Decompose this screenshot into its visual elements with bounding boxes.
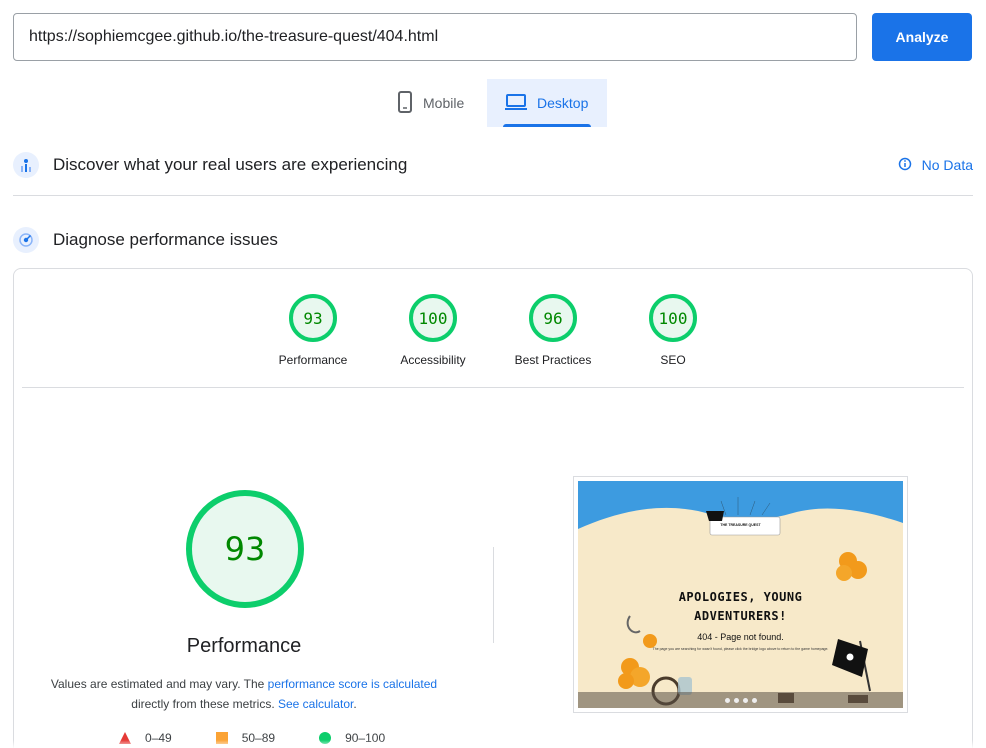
performance-label: Performance	[278, 353, 348, 367]
url-input[interactable]	[13, 13, 857, 61]
social-icon	[751, 697, 757, 703]
best-practices-score: 96	[543, 309, 562, 328]
note-text-1: Values are estimated and may vary. The	[50, 677, 268, 691]
page-screenshot: THE TREASURE QUEST APOLOGIES, YOUNG ADVE…	[573, 476, 908, 713]
card-divider	[22, 387, 964, 388]
tab-desktop[interactable]: Desktop	[487, 79, 607, 127]
diagnose-section: Diagnose performance issues	[13, 220, 973, 260]
section-divider	[13, 195, 973, 196]
accessibility-gauge-ring: 100	[409, 294, 457, 342]
info-icon	[898, 157, 912, 174]
diagnose-icon	[13, 227, 39, 253]
note-text-3: .	[353, 697, 357, 711]
social-icon	[724, 697, 730, 703]
performance-score: 93	[303, 309, 322, 328]
performance-title: Performance	[186, 635, 302, 657]
screenshot-banner: THE TREASURE QUEST	[720, 523, 761, 527]
no-data-label: No Data	[921, 157, 973, 173]
accessibility-gauge[interactable]: 100 Accessibility	[383, 293, 483, 367]
accessibility-score: 100	[419, 309, 448, 328]
screenshot-body-text: The page you are searching for wasn't fo…	[652, 647, 829, 651]
screenshot-heading-line1: APOLOGIES, YOUNG	[678, 590, 803, 604]
seo-gauge-ring: 100	[649, 294, 697, 342]
screenshot-heading-line2: ADVENTURERS!	[694, 609, 787, 623]
mobile-icon	[397, 90, 413, 116]
analyze-button[interactable]: Analyze	[872, 13, 972, 61]
bottom-fade	[0, 740, 986, 748]
vertical-divider	[493, 547, 494, 643]
seo-gauge[interactable]: 100 SEO	[623, 293, 723, 367]
seo-label: SEO	[660, 353, 686, 367]
performance-big-score: 93	[225, 530, 266, 568]
social-icon	[733, 697, 739, 703]
best-practices-gauge[interactable]: 96 Best Practices	[503, 293, 603, 367]
performance-note: Values are estimated and may vary. The p…	[44, 674, 444, 714]
accessibility-label: Accessibility	[400, 353, 466, 367]
score-calculated-link[interactable]: performance score is calculated	[268, 677, 437, 691]
real-users-title: Discover what your real users are experi…	[53, 155, 408, 174]
best-practices-gauge-ring: 96	[529, 294, 577, 342]
screenshot-subheading: 404 - Page not found.	[697, 632, 784, 642]
social-icon	[742, 697, 748, 703]
screenshot-heading: APOLOGIES, YOUNG ADVENTURERS!	[578, 588, 903, 626]
performance-big-gauge: 93	[186, 490, 304, 608]
diagnose-title: Diagnose performance issues	[53, 230, 278, 249]
tab-mobile[interactable]: Mobile	[379, 79, 487, 127]
performance-gauge[interactable]: 93 Performance	[263, 293, 363, 367]
tab-desktop-label: Desktop	[537, 95, 589, 111]
real-users-section: Discover what your real users are experi…	[13, 145, 973, 185]
report-card: 93 Performance 100 Accessibility 96 Best…	[13, 268, 973, 748]
see-calculator-link[interactable]: See calculator	[278, 697, 353, 711]
users-chart-icon	[13, 152, 39, 178]
no-data-status[interactable]: No Data	[898, 157, 973, 174]
best-practices-label: Best Practices	[514, 353, 592, 367]
tab-mobile-label: Mobile	[423, 95, 465, 111]
note-text-2: directly from these metrics.	[131, 697, 278, 711]
seo-score: 100	[659, 309, 688, 328]
desktop-icon	[505, 93, 527, 114]
screenshot-content: THE TREASURE QUEST APOLOGIES, YOUNG ADVE…	[578, 481, 903, 708]
screenshot-footer	[578, 692, 903, 708]
performance-gauge-ring: 93	[289, 294, 337, 342]
